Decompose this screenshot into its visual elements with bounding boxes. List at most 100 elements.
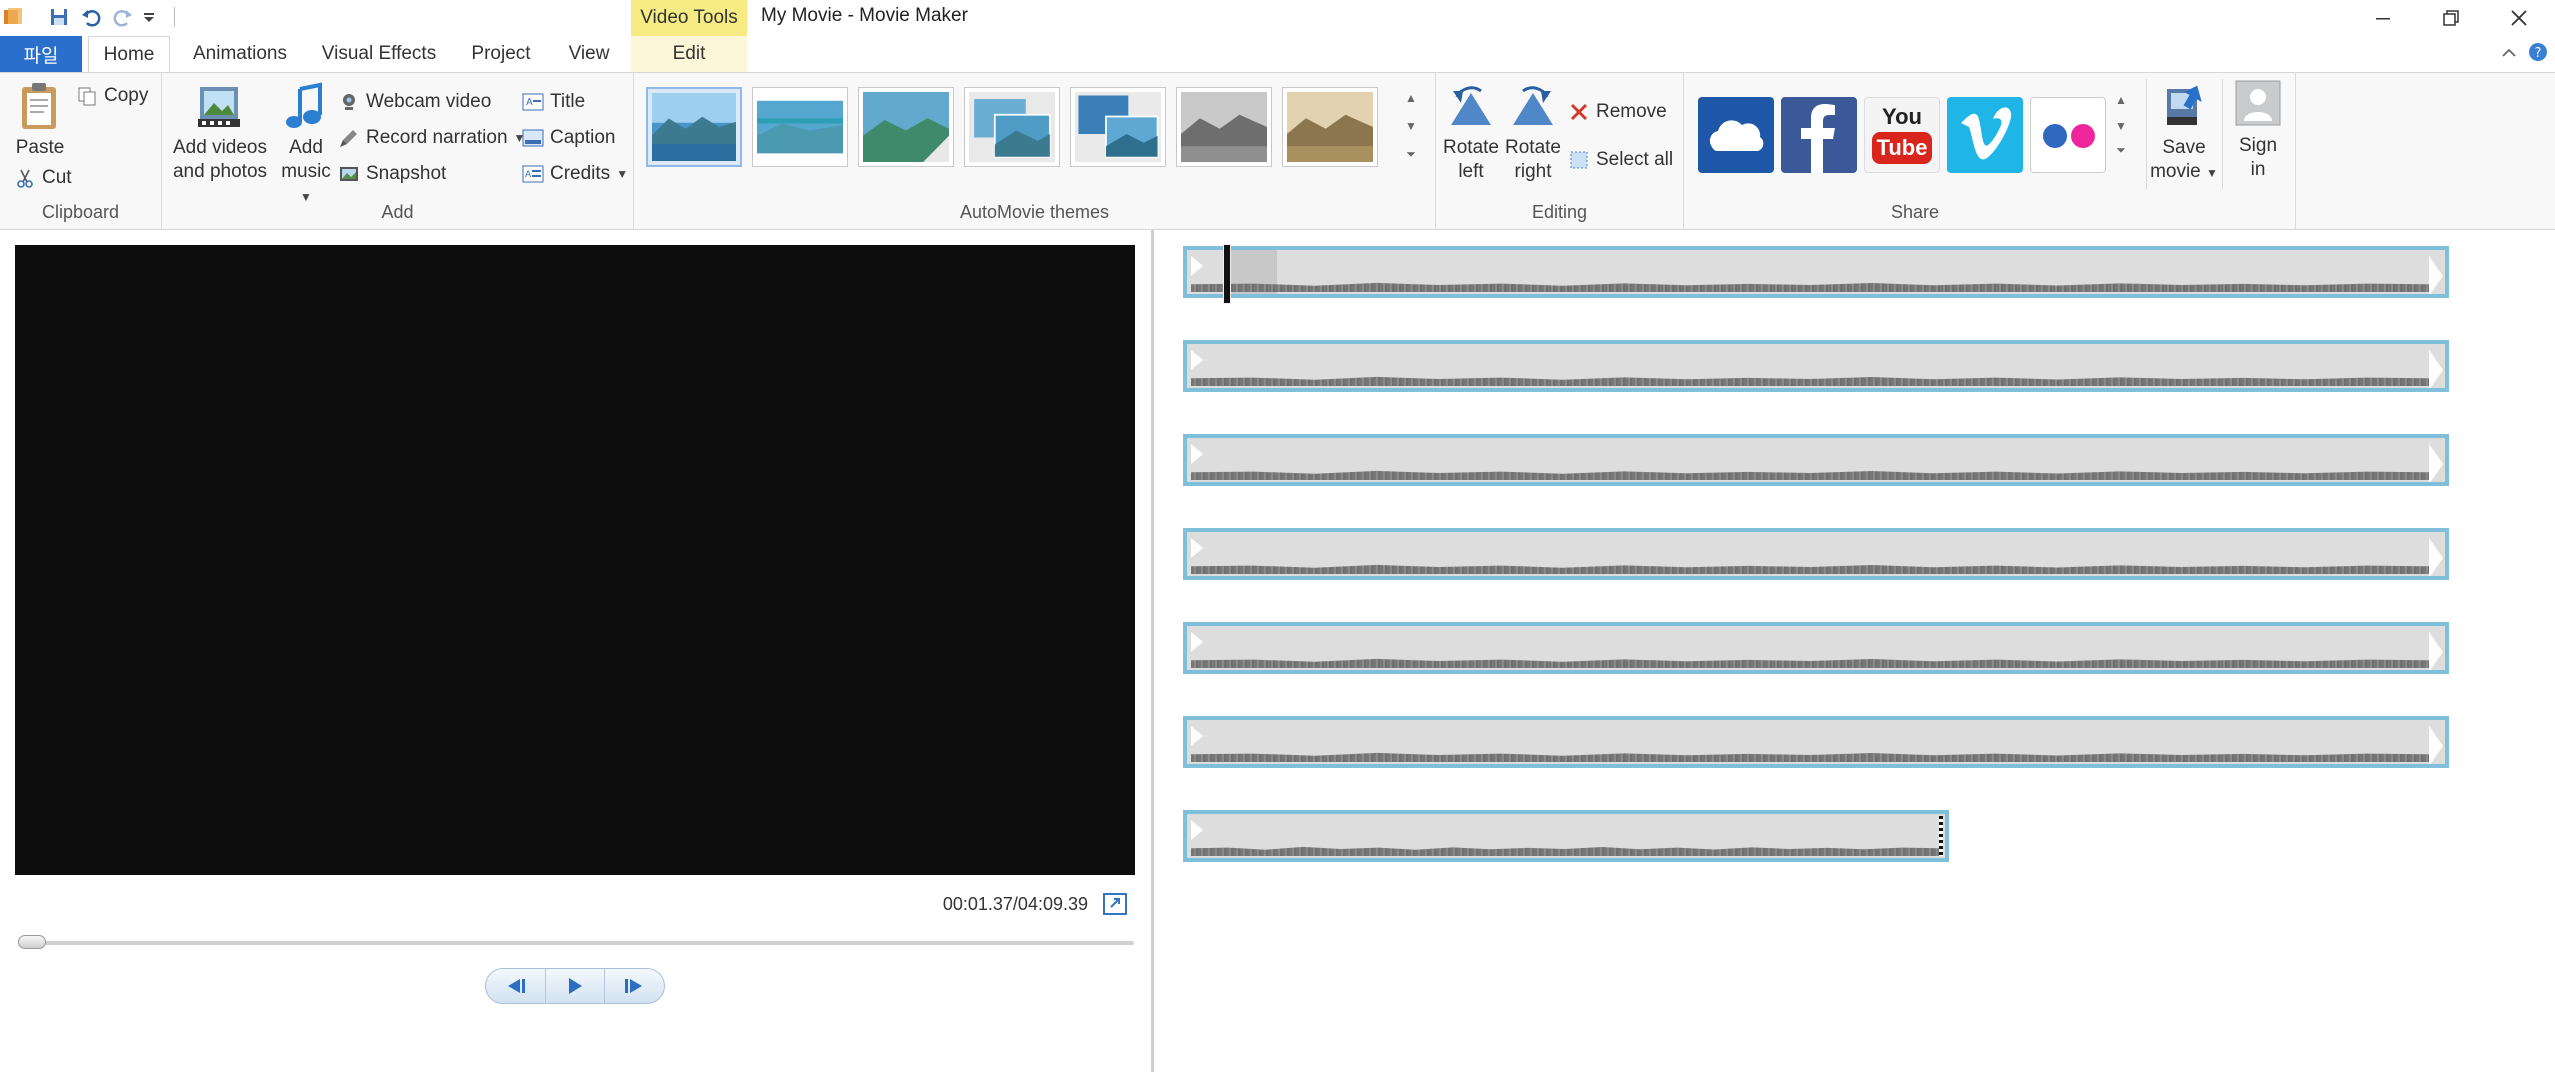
audio-clip[interactable] (1183, 434, 2449, 486)
title-icon: A (522, 91, 544, 113)
add-music-button[interactable]: Add music ▼ (276, 81, 336, 209)
clip-end-film-marker (1939, 816, 1943, 856)
audio-clip[interactable] (1183, 716, 2449, 768)
cut-button[interactable]: Cut (14, 163, 72, 193)
collapse-ribbon-icon[interactable] (2500, 44, 2518, 67)
share-group-label: Share (1890, 202, 1940, 222)
clip-end-marker (2429, 350, 2443, 388)
audio-clip[interactable] (1183, 622, 2449, 674)
play-button[interactable] (546, 969, 606, 1003)
theme-cinematic[interactable] (752, 87, 848, 167)
theme-pan-zoom[interactable] (964, 87, 1060, 167)
help-icon[interactable]: ? (2528, 42, 2548, 67)
theme-black-and-white[interactable] (1176, 87, 1272, 167)
theme-thumbnail (863, 92, 949, 162)
theme-fade[interactable] (858, 87, 954, 167)
caption-button[interactable]: Caption (522, 123, 616, 153)
youtube-logo-text-tube: Tube (1872, 132, 1932, 164)
audio-clip[interactable] (1183, 340, 2449, 392)
close-button[interactable] (2486, 0, 2552, 36)
rotate-left-icon (1451, 86, 1491, 125)
tab-file[interactable]: 파일 (0, 36, 82, 72)
customize-qat-icon[interactable] (136, 4, 162, 30)
fullscreen-preview-icon[interactable] (1103, 893, 1127, 915)
theme-thumbnail (969, 92, 1055, 162)
dropdown-arrow-icon: ▼ (2206, 166, 2218, 180)
save-icon[interactable] (46, 4, 72, 30)
clip-end-marker (2429, 632, 2443, 670)
pane-splitter[interactable] (1151, 230, 1154, 1072)
record-narration-button[interactable]: Record narration ▼ (338, 123, 525, 153)
redo-icon[interactable] (110, 4, 136, 30)
credits-icon: A (522, 163, 544, 185)
share-scroll-down-icon[interactable]: ▼ (2112, 113, 2130, 139)
remove-button[interactable]: Remove (1568, 97, 1667, 127)
title-button[interactable]: A Title (522, 87, 585, 117)
gallery-expand-icon[interactable]: ⏷ (1402, 141, 1420, 167)
sign-in-divider (2222, 79, 2223, 189)
title-label: Title (550, 91, 586, 112)
save-movie-icon (2167, 85, 2202, 125)
seek-thumb[interactable] (18, 935, 46, 949)
rotate-left-button[interactable]: Rotate left (1442, 83, 1500, 184)
audio-clip[interactable] (1183, 810, 1949, 862)
window-title: My Movie - Movie Maker (761, 5, 968, 26)
editing-group-label: Editing (1531, 202, 1588, 222)
seek-bar[interactable] (18, 941, 1134, 945)
audio-waveform (1191, 470, 2429, 480)
gallery-scroll-up-icon[interactable]: ▲ (1402, 85, 1420, 111)
clip-end-marker (2429, 256, 2443, 294)
remove-x-icon (1568, 101, 1590, 123)
webcam-video-button[interactable]: Webcam video (338, 87, 491, 117)
automovie-themes-label: AutoMovie themes (959, 202, 1110, 222)
select-all-label: Select all (1596, 149, 1674, 170)
credits-button[interactable]: A Credits ▼ (522, 159, 628, 189)
copy-button[interactable]: Copy (76, 81, 148, 111)
tab-project[interactable]: Project (458, 36, 544, 72)
next-frame-icon (624, 979, 642, 993)
add-videos-photos-button[interactable]: Add videos and photos (168, 81, 272, 184)
snapshot-button[interactable]: Snapshot (338, 159, 446, 189)
facebook-icon[interactable] (1781, 97, 1857, 173)
previous-frame-button[interactable] (486, 969, 546, 1003)
audio-clip[interactable] (1183, 528, 2449, 580)
tab-visual-effects[interactable]: Visual Effects (310, 36, 448, 72)
tab-animations[interactable]: Animations (180, 36, 300, 72)
cut-icon (14, 167, 36, 189)
restore-button[interactable] (2418, 0, 2484, 36)
select-all-button[interactable]: Select all (1568, 145, 1673, 175)
minimize-button[interactable] (2350, 0, 2416, 36)
remove-label: Remove (1596, 101, 1667, 122)
audio-waveform (1191, 376, 2429, 386)
flickr-icon[interactable] (2030, 97, 2106, 173)
sign-in-button[interactable]: Sign in (2228, 79, 2288, 182)
theme-sepia[interactable] (1282, 87, 1378, 167)
next-frame-button[interactable] (605, 969, 664, 1003)
sign-in-label-line2: in (2250, 159, 2266, 180)
tab-home[interactable]: Home (88, 36, 170, 73)
youtube-icon[interactable]: You Tube (1864, 97, 1940, 173)
save-movie-button[interactable]: Save movie ▼ (2150, 81, 2218, 185)
onedrive-icon[interactable] (1698, 97, 1774, 173)
theme-contemporary[interactable] (646, 87, 742, 167)
share-expand-icon[interactable]: ⏷ (2112, 137, 2130, 163)
share-scroll-up-icon[interactable]: ▲ (2112, 87, 2130, 113)
tab-edit[interactable]: Edit (631, 36, 747, 72)
audio-clip[interactable] (1183, 246, 2449, 298)
add-music-label-line1: Add (289, 137, 323, 158)
playback-timecode: 00:01.37/04:09.39 (942, 894, 1088, 914)
rotate-right-button[interactable]: Rotate right (1504, 83, 1562, 184)
video-preview[interactable] (15, 245, 1135, 875)
timeline-playhead[interactable] (1223, 244, 1231, 304)
vimeo-icon[interactable] (1947, 97, 2023, 173)
theme-picture-in-picture[interactable] (1070, 87, 1166, 167)
paste-button[interactable]: Paste (12, 79, 68, 160)
theme-thumbnail (1287, 92, 1373, 162)
add-group: Add videos and photos Add music ▼ Webcam… (162, 73, 634, 229)
music-note-icon (286, 82, 322, 128)
qat-divider (174, 7, 175, 27)
app-icon[interactable] (0, 4, 26, 30)
tab-view[interactable]: View (554, 36, 624, 72)
undo-icon[interactable] (78, 4, 104, 30)
gallery-scroll-down-icon[interactable]: ▼ (1402, 113, 1420, 139)
